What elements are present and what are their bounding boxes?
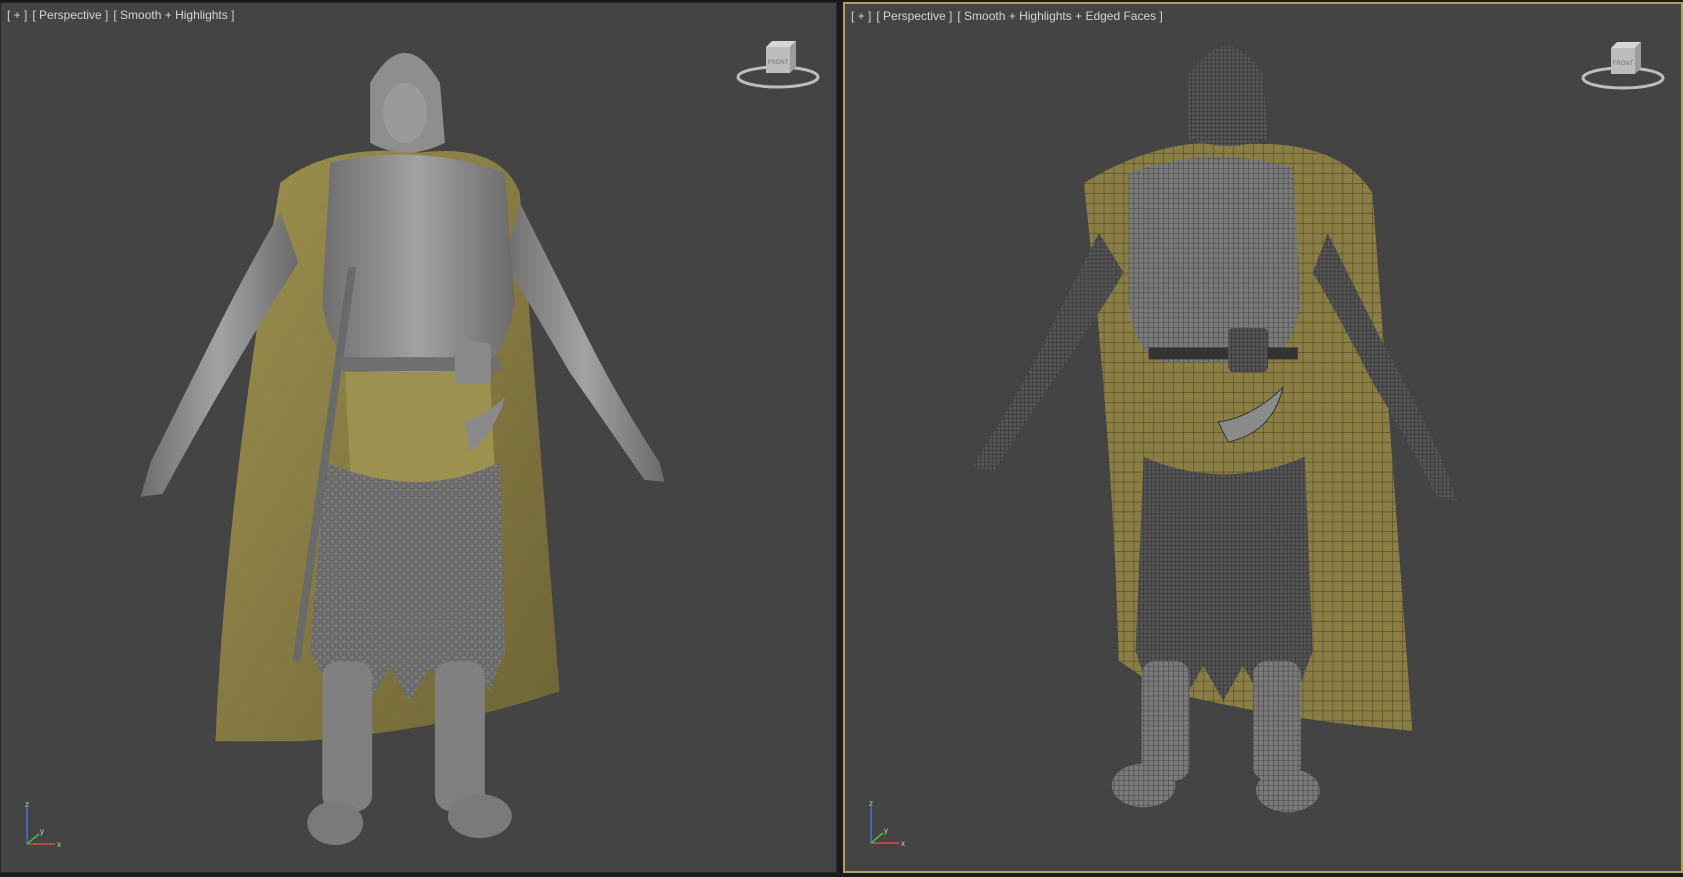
viewport-right[interactable]: [ + ] [ Perspective ] [ Smooth + Highlig… <box>843 2 1683 873</box>
svg-text:z: z <box>869 799 873 808</box>
viewport-left[interactable]: [ + ] [ Perspective ] [ Smooth + Highlig… <box>0 2 837 873</box>
axis-tripod-icon: z x y <box>25 800 61 849</box>
svg-text:x: x <box>57 840 61 849</box>
svg-text:y: y <box>40 827 44 836</box>
axis-tripod-icon: z x y <box>869 799 905 848</box>
knight-model-wireframe <box>972 46 1458 813</box>
knight-model-smooth <box>140 52 665 846</box>
viewcube-icon[interactable]: FRONT <box>732 37 824 99</box>
svg-text:x: x <box>901 839 905 848</box>
svg-text:y: y <box>884 826 888 835</box>
svg-text:z: z <box>25 800 29 809</box>
svg-text:FRONT: FRONT <box>768 60 789 66</box>
viewcube-icon[interactable]: FRONT <box>1577 38 1669 100</box>
dual-viewport-workspace: [ + ] [ Perspective ] [ Smooth + Highlig… <box>0 0 1683 877</box>
svg-text:FRONT: FRONT <box>1613 61 1634 67</box>
